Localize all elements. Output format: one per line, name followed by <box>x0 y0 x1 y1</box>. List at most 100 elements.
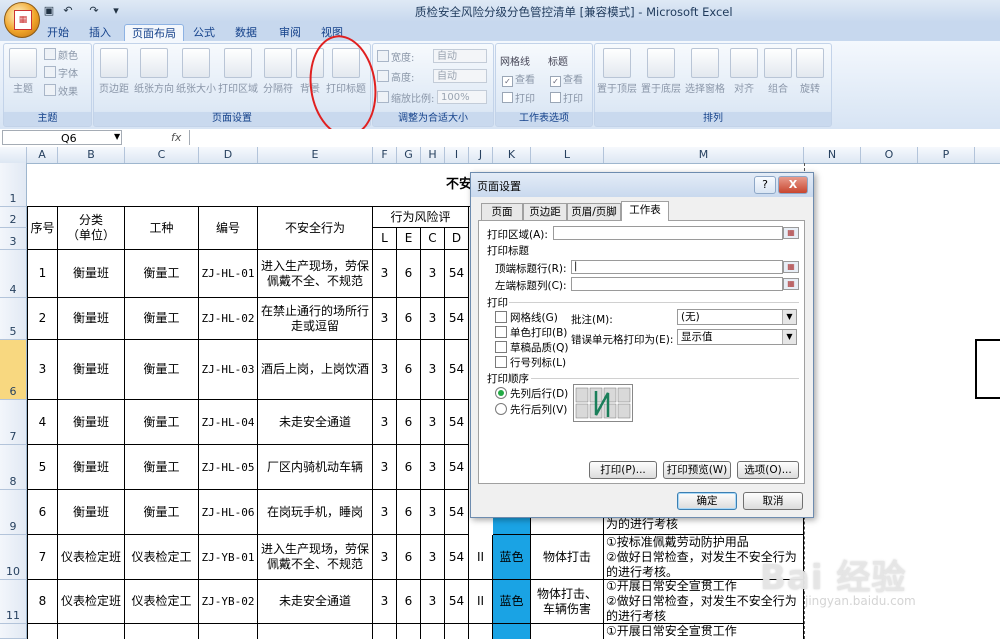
margins-button[interactable]: 页边距 <box>96 48 132 95</box>
cell-E[interactable]: 6 <box>397 298 421 340</box>
cell-C[interactable]: 3 <box>421 298 445 340</box>
header-risk[interactable]: 行为风险评 <box>373 207 469 228</box>
options-button[interactable]: 选项(O)... <box>737 461 799 479</box>
cell-job[interactable]: 衡量工 <box>125 490 199 535</box>
cell-no[interactable]: 2 <box>27 298 58 340</box>
header-code[interactable]: 编号 <box>199 207 258 250</box>
insert-function-icon[interactable]: fx <box>171 130 187 145</box>
cell-L[interactable]: 3 <box>373 340 397 400</box>
column-header[interactable]: G <box>397 147 421 163</box>
cell-category[interactable]: 衡量班 <box>58 400 125 445</box>
cell-code[interactable]: ZJ-HL-06 <box>199 490 258 535</box>
name-box[interactable]: Q6 <box>2 130 122 145</box>
tab-page-layout[interactable]: 页面布局 <box>124 24 184 42</box>
cell-no[interactable]: 8 <box>27 580 58 624</box>
cell-D[interactable]: 54 <box>445 400 469 445</box>
tab-insert[interactable]: 插入 <box>82 24 118 41</box>
cell-D[interactable]: 54 <box>445 298 469 340</box>
tab-home[interactable]: 开始 <box>40 24 76 41</box>
cell-job[interactable]: 衡量工 <box>125 250 199 298</box>
cell-no[interactable] <box>27 624 58 639</box>
cell-hazard[interactable] <box>531 624 604 639</box>
send-to-back-button[interactable]: 置于底层 <box>641 48 681 95</box>
cell-job[interactable] <box>125 624 199 639</box>
cell-hazard[interactable]: 物体打击 <box>531 535 604 580</box>
cell-behavior[interactable]: 厂区内骑机动车辆 <box>258 445 373 490</box>
cell-code[interactable]: ZJ-HL-03 <box>199 340 258 400</box>
cell-category[interactable]: 衡量班 <box>58 250 125 298</box>
collapse-dialog-icon[interactable]: ▦ <box>783 261 799 273</box>
print-preview-button[interactable]: 打印预览(W) <box>663 461 731 479</box>
row-header[interactable] <box>0 624 27 639</box>
cell-D[interactable]: 54 <box>445 445 469 490</box>
column-header[interactable]: J <box>469 147 493 163</box>
tab-data[interactable]: 数据 <box>228 24 264 41</box>
cell-C[interactable]: 3 <box>421 340 445 400</box>
cell-risk-level[interactable]: II <box>469 580 493 624</box>
bring-to-front-button[interactable]: 置于顶层 <box>597 48 637 95</box>
header-behavior[interactable]: 不安全行为 <box>258 207 373 250</box>
cell-job[interactable]: 仪表检定工 <box>125 580 199 624</box>
cell-L[interactable]: 3 <box>373 535 397 580</box>
scale-input[interactable]: 100% <box>437 90 487 104</box>
row-header[interactable]: 8 <box>0 445 27 490</box>
cell-job[interactable]: 衡量工 <box>125 400 199 445</box>
headings-print-checkbox[interactable]: 打印 <box>550 92 583 106</box>
print-area-button[interactable]: 打印区域 <box>218 48 258 95</box>
header-D[interactable]: D <box>445 228 469 250</box>
cell-no[interactable]: 7 <box>27 535 58 580</box>
column-header[interactable]: H <box>421 147 445 163</box>
cell-E[interactable]: 6 <box>397 400 421 445</box>
cell-job[interactable]: 衡量工 <box>125 298 199 340</box>
column-header[interactable]: B <box>58 147 125 163</box>
theme-fonts-button[interactable]: 字体 <box>44 66 78 80</box>
width-combo[interactable]: 自动 <box>433 49 487 63</box>
gridlines-print-checkbox[interactable]: 打印 <box>502 92 535 106</box>
gridlines-checkbox[interactable]: 网格线(G) <box>495 310 558 325</box>
cell-no[interactable]: 5 <box>27 445 58 490</box>
align-button[interactable]: 对齐 <box>729 48 759 95</box>
tab-page[interactable]: 页面 <box>481 203 523 220</box>
cell-C[interactable]: 3 <box>421 490 445 535</box>
theme-effects-button[interactable]: 效果 <box>44 84 78 98</box>
ok-button[interactable]: 确定 <box>677 492 737 510</box>
help-button[interactable]: ? <box>754 176 776 194</box>
cell-behavior[interactable]: 未走安全通道 <box>258 580 373 624</box>
cell-category[interactable]: 衡量班 <box>58 298 125 340</box>
cell-C[interactable]: 3 <box>421 580 445 624</box>
cell-L[interactable]: 3 <box>373 400 397 445</box>
qat-dropdown-icon[interactable]: ▾ <box>108 3 124 18</box>
cell-E[interactable]: 6 <box>397 250 421 298</box>
cell-risk-level[interactable] <box>469 624 493 639</box>
column-header[interactable]: L <box>531 147 604 163</box>
row-header-selected[interactable]: 6 <box>0 340 27 400</box>
down-then-over-radio[interactable]: 先列后行(D) <box>495 386 568 401</box>
column-header[interactable]: E <box>258 147 373 163</box>
cell-code[interactable]: ZJ-HL-04 <box>199 400 258 445</box>
draft-quality-checkbox[interactable]: 草稿品质(Q) <box>495 340 568 355</box>
print-button[interactable]: 打印(P)... <box>589 461 657 479</box>
cell-category[interactable]: 衡量班 <box>58 445 125 490</box>
height-combo[interactable]: 自动 <box>433 69 487 83</box>
cell-D[interactable]: 54 <box>445 250 469 298</box>
cell-D[interactable]: 54 <box>445 535 469 580</box>
header-C[interactable]: C <box>421 228 445 250</box>
row-header[interactable]: 11 <box>0 580 27 624</box>
cell-job[interactable]: 仪表检定工 <box>125 535 199 580</box>
cell-category[interactable]: 衡量班 <box>58 340 125 400</box>
cell-code[interactable] <box>199 624 258 639</box>
select-all-corner[interactable] <box>0 147 27 163</box>
cell-hazard[interactable]: 物体打击、车辆伤害 <box>531 580 604 624</box>
name-box-dropdown-icon[interactable]: ▼ <box>114 132 120 141</box>
cell-C[interactable]: 3 <box>421 535 445 580</box>
rows-to-repeat-input[interactable]: | <box>571 260 783 274</box>
cell-job[interactable]: 衡量工 <box>125 445 199 490</box>
column-header[interactable]: I <box>445 147 469 163</box>
over-then-down-radio[interactable]: 先行后列(V) <box>495 402 567 417</box>
column-header[interactable]: D <box>199 147 258 163</box>
cell-behavior[interactable]: 酒后上岗，上岗饮酒 <box>258 340 373 400</box>
collapse-dialog-icon[interactable]: ▦ <box>783 278 799 290</box>
cell-category[interactable]: 仪表检定班 <box>58 580 125 624</box>
cell-L[interactable]: 3 <box>373 490 397 535</box>
cell-behavior[interactable]: 进入生产现场，劳保佩戴不全、不规范 <box>258 535 373 580</box>
